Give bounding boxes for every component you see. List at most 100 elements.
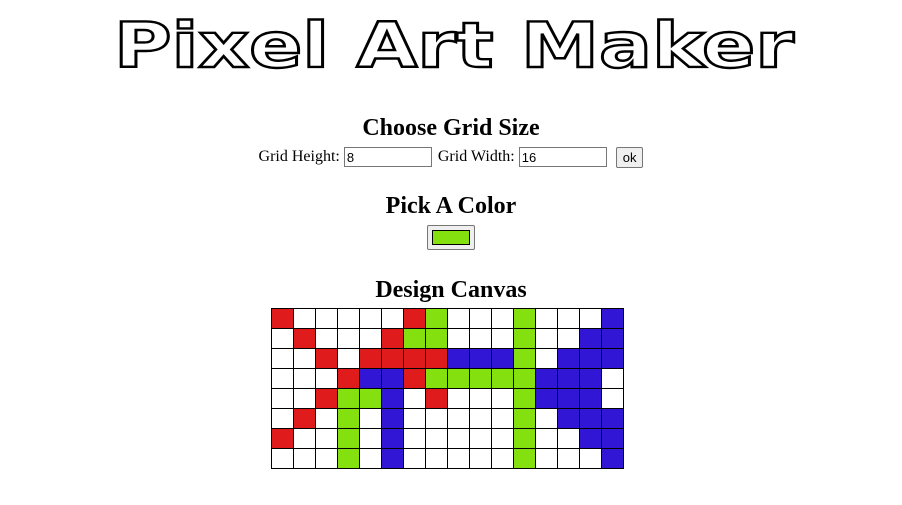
canvas-cell[interactable] (425, 328, 448, 349)
canvas-cell[interactable] (337, 308, 360, 329)
canvas-cell[interactable] (469, 328, 492, 349)
grid-height-input[interactable] (343, 147, 432, 168)
canvas-cell[interactable] (337, 428, 360, 449)
canvas-cell[interactable] (337, 448, 360, 469)
canvas-cell[interactable] (469, 348, 492, 369)
canvas-cell[interactable] (381, 368, 404, 389)
submit-grid-button[interactable]: ok (615, 146, 644, 168)
canvas-cell[interactable] (315, 368, 338, 389)
canvas-cell[interactable] (425, 448, 448, 469)
canvas-cell[interactable] (557, 368, 580, 389)
canvas-cell[interactable] (359, 408, 382, 429)
canvas-cell[interactable] (403, 408, 426, 429)
canvas-cell[interactable] (425, 428, 448, 449)
canvas-cell[interactable] (579, 328, 602, 349)
canvas-cell[interactable] (359, 368, 382, 389)
canvas-cell[interactable] (315, 448, 338, 469)
canvas-cell[interactable] (557, 328, 580, 349)
canvas-cell[interactable] (425, 348, 448, 369)
canvas-cell[interactable] (579, 388, 602, 409)
canvas-cell[interactable] (403, 328, 426, 349)
canvas-cell[interactable] (491, 348, 514, 369)
canvas-cell[interactable] (557, 308, 580, 329)
canvas-cell[interactable] (491, 388, 514, 409)
canvas-cell[interactable] (425, 368, 448, 389)
canvas-cell[interactable] (513, 308, 536, 329)
canvas-cell[interactable] (491, 368, 514, 389)
canvas-cell[interactable] (293, 308, 316, 329)
canvas-cell[interactable] (271, 408, 294, 429)
canvas-cell[interactable] (447, 448, 470, 469)
canvas-cell[interactable] (337, 408, 360, 429)
canvas-cell[interactable] (271, 308, 294, 329)
canvas-cell[interactable] (491, 428, 514, 449)
canvas-cell[interactable] (315, 408, 338, 429)
canvas-cell[interactable] (315, 308, 338, 329)
canvas-cell[interactable] (381, 308, 404, 329)
canvas-cell[interactable] (403, 308, 426, 329)
canvas-cell[interactable] (491, 408, 514, 429)
canvas-cell[interactable] (535, 308, 558, 329)
canvas-cell[interactable] (579, 428, 602, 449)
canvas-cell[interactable] (513, 328, 536, 349)
canvas-cell[interactable] (381, 348, 404, 369)
canvas-cell[interactable] (601, 368, 624, 389)
canvas-cell[interactable] (381, 428, 404, 449)
canvas-cell[interactable] (315, 328, 338, 349)
canvas-cell[interactable] (381, 408, 404, 429)
grid-width-input[interactable] (518, 147, 607, 168)
canvas-cell[interactable] (271, 328, 294, 349)
canvas-cell[interactable] (447, 388, 470, 409)
canvas-cell[interactable] (579, 308, 602, 329)
canvas-cell[interactable] (403, 428, 426, 449)
canvas-cell[interactable] (293, 408, 316, 429)
canvas-cell[interactable] (337, 348, 360, 369)
canvas-cell[interactable] (337, 388, 360, 409)
canvas-cell[interactable] (513, 388, 536, 409)
canvas-cell[interactable] (447, 408, 470, 429)
canvas-cell[interactable] (315, 348, 338, 369)
canvas-cell[interactable] (359, 328, 382, 349)
canvas-cell[interactable] (557, 388, 580, 409)
canvas-cell[interactable] (469, 428, 492, 449)
canvas-cell[interactable] (579, 348, 602, 369)
canvas-cell[interactable] (293, 388, 316, 409)
canvas-cell[interactable] (425, 388, 448, 409)
canvas-cell[interactable] (403, 368, 426, 389)
canvas-cell[interactable] (491, 328, 514, 349)
canvas-cell[interactable] (403, 448, 426, 469)
color-picker[interactable] (427, 225, 475, 250)
canvas-cell[interactable] (469, 308, 492, 329)
canvas-cell[interactable] (535, 428, 558, 449)
canvas-cell[interactable] (491, 308, 514, 329)
canvas-cell[interactable] (601, 448, 624, 469)
canvas-cell[interactable] (271, 448, 294, 469)
canvas-cell[interactable] (513, 348, 536, 369)
canvas-cell[interactable] (469, 388, 492, 409)
canvas-cell[interactable] (469, 448, 492, 469)
canvas-cell[interactable] (535, 348, 558, 369)
canvas-cell[interactable] (425, 408, 448, 429)
canvas-cell[interactable] (381, 388, 404, 409)
canvas-cell[interactable] (601, 388, 624, 409)
canvas-cell[interactable] (513, 408, 536, 429)
canvas-cell[interactable] (359, 428, 382, 449)
canvas-cell[interactable] (535, 388, 558, 409)
canvas-cell[interactable] (271, 428, 294, 449)
canvas-cell[interactable] (359, 308, 382, 329)
canvas-cell[interactable] (469, 368, 492, 389)
canvas-cell[interactable] (293, 368, 316, 389)
canvas-cell[interactable] (359, 388, 382, 409)
canvas-cell[interactable] (557, 448, 580, 469)
canvas-cell[interactable] (447, 428, 470, 449)
canvas-cell[interactable] (447, 348, 470, 369)
canvas-cell[interactable] (403, 348, 426, 369)
canvas-cell[interactable] (513, 368, 536, 389)
canvas-cell[interactable] (579, 408, 602, 429)
canvas-cell[interactable] (601, 428, 624, 449)
canvas-cell[interactable] (601, 348, 624, 369)
canvas-cell[interactable] (601, 408, 624, 429)
canvas-cell[interactable] (447, 308, 470, 329)
canvas-cell[interactable] (447, 368, 470, 389)
canvas-cell[interactable] (469, 408, 492, 429)
